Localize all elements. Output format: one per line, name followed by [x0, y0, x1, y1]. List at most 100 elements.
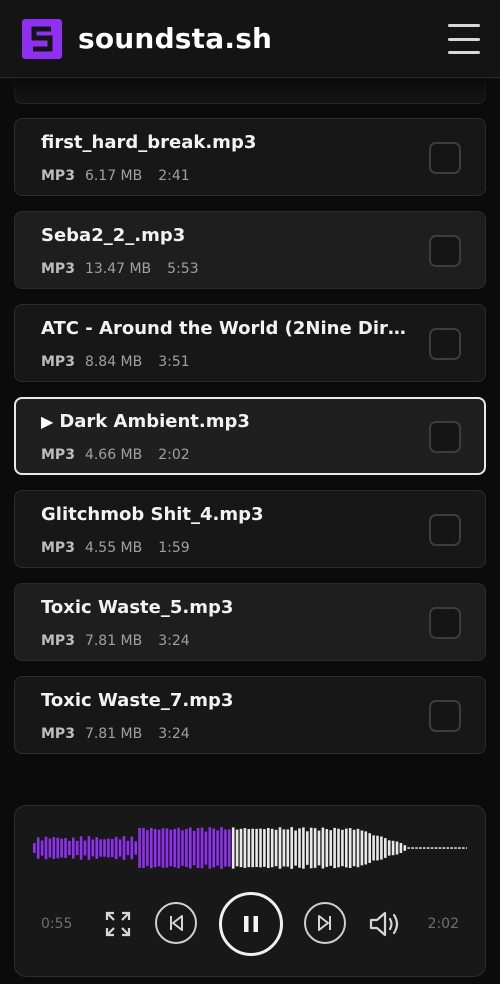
- waveform-bar: [142, 828, 145, 868]
- waveform-bar: [153, 829, 157, 867]
- waveform-bar: [446, 847, 449, 849]
- waveform-bar: [309, 827, 313, 869]
- track-card[interactable]: Toxic Waste_7.mp3 MP3 7.81 MB 3:24: [14, 676, 486, 754]
- waveform-bar: [68, 840, 71, 856]
- waveform-bar: [411, 847, 414, 849]
- track-select-checkbox[interactable]: [429, 700, 461, 732]
- waveform-bar: [220, 827, 223, 869]
- waveform-bar: [438, 847, 442, 849]
- waveform-bar: [228, 829, 231, 867]
- waveform-bar: [372, 835, 375, 861]
- waveform-bar: [454, 847, 457, 849]
- waveform-bar: [91, 839, 95, 857]
- track-title-text: Toxic Waste_7.mp3: [41, 690, 234, 711]
- waveform-bar: [169, 829, 173, 867]
- track-card[interactable]: ATC - Around the World (2Nine Dirty Jun.…: [14, 304, 486, 382]
- waveform-bar: [368, 833, 371, 863]
- waveform-bar: [114, 836, 118, 860]
- waveform-bar: [376, 835, 379, 861]
- skip-previous-icon[interactable]: [155, 902, 197, 944]
- waveform-bar: [243, 828, 247, 868]
- waveform-bar: [298, 828, 301, 868]
- track-card[interactable]: Seba2_2_.mp3 MP3 13.47 MB 5:53: [14, 211, 486, 289]
- track-meta: MP3 4.66 MB 2:02: [41, 447, 190, 463]
- waveform-bar: [196, 828, 200, 868]
- partial-track-card[interactable]: [14, 78, 486, 104]
- track-duration: 3:24: [158, 726, 190, 742]
- track-select-checkbox[interactable]: [429, 514, 461, 546]
- waveform-bar: [157, 829, 161, 867]
- track-duration: 5:53: [167, 261, 199, 277]
- waveform-bar: [313, 828, 317, 868]
- track-select-checkbox[interactable]: [429, 142, 461, 174]
- waveform-bar: [204, 831, 208, 865]
- track-select-checkbox[interactable]: [429, 235, 461, 267]
- waveform-bar: [302, 827, 305, 869]
- soundstash-logo-icon[interactable]: [22, 18, 62, 59]
- track-duration: 1:59: [158, 540, 190, 556]
- track-select-checkbox[interactable]: [429, 328, 461, 360]
- waveform-seekbar[interactable]: [33, 824, 467, 872]
- waveform-bar: [387, 840, 391, 856]
- waveform-bar: [185, 829, 188, 867]
- audio-player: 0:55 2:02: [14, 805, 486, 977]
- volume-icon[interactable]: [368, 909, 402, 939]
- waveform-bar: [267, 828, 270, 868]
- waveform-bar: [419, 847, 422, 849]
- waveform-bar: [161, 828, 165, 868]
- waveform-bar: [79, 836, 83, 860]
- waveform-bar: [306, 831, 309, 865]
- track-select-checkbox[interactable]: [429, 421, 461, 453]
- waveform-bar: [395, 841, 399, 855]
- track-card[interactable]: first_hard_break.mp3 MP3 6.17 MB 2:41: [14, 118, 486, 196]
- waveform-bar: [122, 836, 126, 860]
- track-card[interactable]: Toxic Waste_5.mp3 MP3 7.81 MB 3:24: [14, 583, 486, 661]
- waveform-bar: [282, 829, 286, 867]
- expand-icon[interactable]: [105, 911, 131, 937]
- waveform-bar: [138, 828, 141, 868]
- waveform-bar: [341, 829, 344, 867]
- waveform-bar: [278, 827, 282, 869]
- waveform-bar: [231, 827, 235, 869]
- waveform-bar: [450, 847, 453, 849]
- track-size: 8.84 MB: [84, 354, 143, 370]
- waveform-bar: [208, 827, 212, 869]
- waveform-bar: [64, 838, 67, 858]
- track-title: first_hard_break.mp3: [41, 132, 413, 153]
- track-duration: 3:51: [158, 354, 190, 370]
- track-format: MP3: [41, 168, 75, 184]
- waveform-bar: [87, 836, 91, 860]
- now-playing-icon: ▶: [41, 412, 54, 431]
- track-meta: MP3 6.17 MB 2:41: [41, 168, 190, 184]
- track-list: first_hard_break.mp3 MP3 6.17 MB 2:41 Seba2_…: [0, 78, 500, 798]
- hamburger-menu-icon[interactable]: [446, 21, 482, 57]
- waveform-bar: [255, 828, 258, 867]
- total-time: 2:02: [427, 916, 459, 932]
- waveform-bar: [426, 847, 430, 849]
- brand-name[interactable]: soundsta.sh: [78, 22, 272, 55]
- pause-icon[interactable]: [219, 892, 283, 956]
- waveform-bar: [333, 827, 336, 869]
- waveform-bar: [99, 839, 102, 857]
- track-meta: MP3 8.84 MB 3:51: [41, 354, 190, 370]
- waveform-bar: [192, 830, 196, 866]
- track-select-checkbox[interactable]: [429, 607, 461, 639]
- waveform-bar: [345, 828, 348, 868]
- waveform-bar: [36, 837, 40, 859]
- track-title: Toxic Waste_7.mp3: [41, 690, 413, 711]
- skip-next-icon[interactable]: [304, 902, 346, 944]
- waveform-bar: [352, 829, 356, 867]
- track-card[interactable]: ▶ Dark Ambient.mp3 MP3 4.66 MB 2:02: [14, 397, 486, 475]
- waveform-bar: [40, 840, 44, 856]
- waveform-bar: [337, 828, 340, 868]
- waveform-bar: [130, 836, 134, 860]
- track-format: MP3: [41, 726, 75, 742]
- track-card[interactable]: Glitchmob Shit_4.mp3 MP3 4.55 MB 1:59: [14, 490, 486, 568]
- waveform-bar: [325, 829, 329, 867]
- waveform-bar: [239, 828, 243, 868]
- waveform-bar: [72, 837, 75, 859]
- track-duration: 2:41: [158, 168, 190, 184]
- waveform-bar: [60, 838, 63, 858]
- track-format: MP3: [41, 540, 75, 556]
- waveform-bar: [251, 828, 254, 868]
